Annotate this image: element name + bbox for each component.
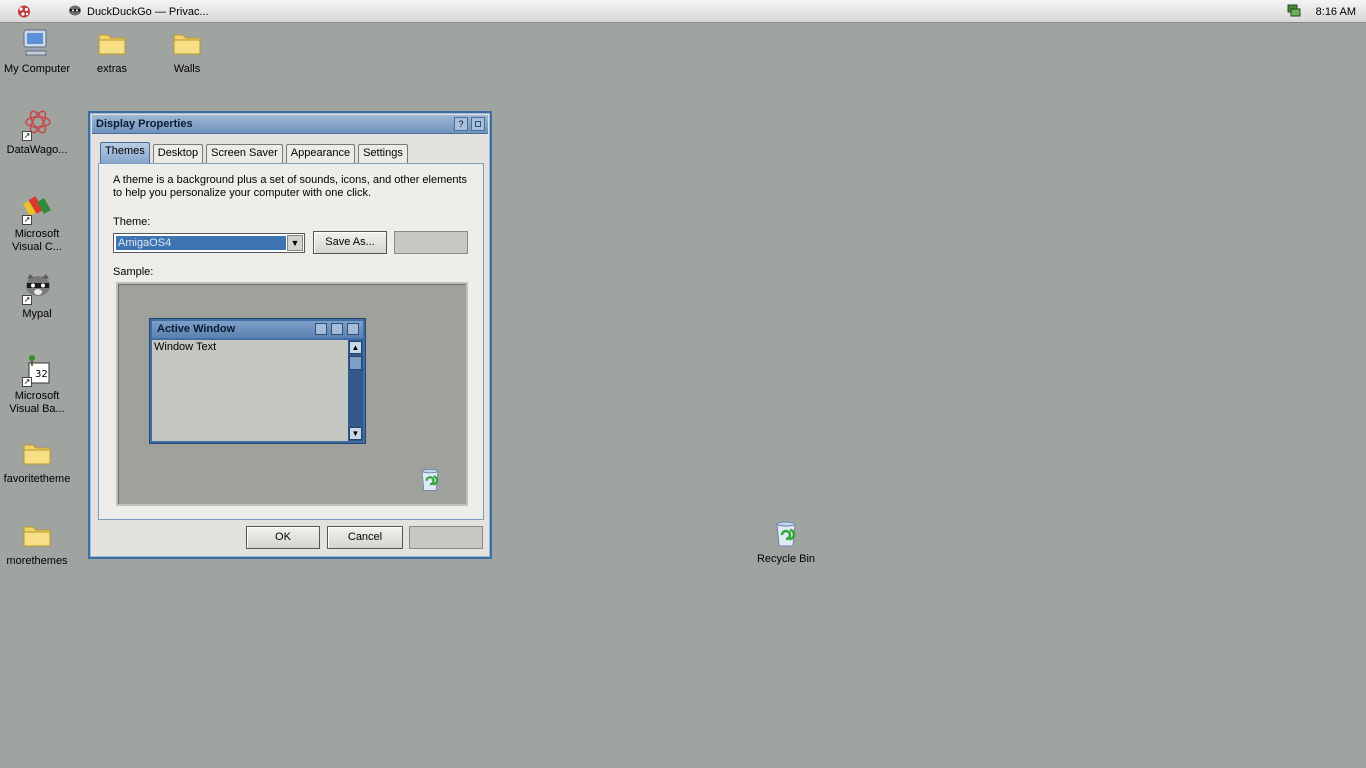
- start-menu-icon[interactable]: [14, 3, 34, 20]
- shortcut-arrow-icon: ↗: [22, 295, 32, 305]
- visual-basic-icon: 32 ↗: [20, 353, 54, 387]
- desktop-icon-extras[interactable]: extras: [75, 26, 149, 76]
- close-icon: [475, 121, 481, 127]
- folder-icon: [20, 436, 54, 470]
- clock[interactable]: 8:16 AM: [1316, 6, 1356, 18]
- themes-panel: A theme is a background plus a set of so…: [98, 163, 484, 520]
- window-title: Display Properties: [96, 118, 193, 130]
- desktop-icon-label: extras: [97, 63, 127, 75]
- sample-label: Sample:: [113, 266, 154, 278]
- desktop-icon-recycle-bin[interactable]: Recycle Bin: [749, 516, 823, 566]
- folder-icon: [20, 518, 54, 552]
- help-icon: ?: [458, 119, 464, 129]
- desktop-icon-label: Microsoft Visual C...: [12, 228, 62, 253]
- sample-window-text: Window Text: [154, 341, 217, 353]
- visual-cpp-icon: ↗: [20, 191, 54, 225]
- theme-select-value: AmigaOS4: [116, 236, 286, 250]
- desktop-icon-morethemes[interactable]: morethemes: [0, 518, 74, 568]
- minimize-icon: [315, 323, 327, 335]
- recycle-bin-icon: [769, 516, 803, 550]
- shortcut-arrow-icon: ↗: [22, 131, 32, 141]
- shortcut-arrow-icon: ↗: [22, 377, 32, 387]
- raccoon-icon: [68, 3, 82, 20]
- tab-appearance[interactable]: Appearance: [285, 144, 356, 163]
- sample-active-window: Active Window Window Text ▲ ▼: [149, 318, 366, 444]
- tab-themes[interactable]: Themes: [100, 142, 150, 163]
- desktop-icon-visual-basic[interactable]: 32 ↗ Microsoft Visual Ba...: [0, 353, 74, 416]
- desktop-icon-walls[interactable]: Walls: [150, 26, 224, 76]
- apply-button: [409, 526, 483, 549]
- tab-desktop[interactable]: Desktop: [152, 144, 204, 163]
- desktop-icon-my-computer[interactable]: My Computer: [0, 26, 74, 76]
- desktop-icon-label: morethemes: [6, 555, 68, 567]
- display-properties-window: Display Properties ? Themes Desktop Scre…: [88, 111, 492, 559]
- taskbar-item-browser[interactable]: DuckDuckGo — Privac...: [64, 2, 215, 21]
- scroll-down-icon: ▼: [349, 427, 362, 440]
- ok-button[interactable]: OK: [246, 526, 320, 549]
- shortcut-arrow-icon: ↗: [22, 215, 32, 225]
- folder-icon: [95, 26, 129, 60]
- dropdown-arrow-icon[interactable]: ▼: [287, 235, 303, 251]
- svg-text:32: 32: [35, 369, 48, 380]
- delete-button: [394, 231, 468, 254]
- theme-label: Theme:: [113, 216, 151, 228]
- desktop-icon-label: My Computer: [3, 63, 71, 75]
- themes-description: A theme is a background plus a set of so…: [113, 174, 468, 199]
- scroll-thumb: [349, 356, 362, 370]
- title-bar[interactable]: Display Properties ?: [92, 115, 488, 134]
- help-button[interactable]: ?: [454, 117, 468, 131]
- desktop-icon-label: favoritetheme: [3, 473, 71, 485]
- datawagon-icon: ↗: [20, 107, 54, 141]
- sample-window-title: Active Window: [157, 323, 236, 335]
- save-as-button[interactable]: Save As...: [313, 231, 387, 254]
- desktop-icon-datawagon[interactable]: ↗ DataWago...: [0, 107, 74, 157]
- theme-sample-preview: Active Window Window Text ▲ ▼: [116, 282, 468, 506]
- network-icon[interactable]: [1286, 2, 1302, 21]
- computer-icon: [20, 26, 54, 60]
- close-icon: [347, 323, 359, 335]
- desktop-icon-label: Microsoft Visual Ba...: [9, 390, 65, 415]
- desktop-icon-visual-c[interactable]: ↗ Microsoft Visual C...: [0, 191, 74, 254]
- taskbar: DuckDuckGo — Privac... 8:16 AM: [0, 0, 1366, 23]
- desktop-icon-mypal[interactable]: ↗ Mypal: [0, 271, 74, 321]
- tab-strip: Themes Desktop Screen Saver Appearance S…: [100, 142, 411, 163]
- sample-scrollbar: ▲ ▼: [348, 340, 363, 441]
- maximize-icon: [331, 323, 343, 335]
- desktop-icon-label: Walls: [173, 63, 201, 75]
- theme-select[interactable]: AmigaOS4 ▼: [113, 233, 305, 253]
- raccoon-icon: ↗: [20, 271, 54, 305]
- desktop-icon-favoritetheme[interactable]: favoritetheme: [0, 436, 74, 486]
- sample-window-client: Window Text: [152, 340, 348, 441]
- desktop-icon-label: DataWago...: [6, 144, 68, 156]
- taskbar-item-label: DuckDuckGo — Privac...: [87, 5, 209, 18]
- desktop-icon-label: Recycle Bin: [756, 553, 816, 565]
- scroll-up-icon: ▲: [349, 341, 362, 354]
- tab-screen-saver[interactable]: Screen Saver: [206, 144, 283, 163]
- desktop-icon-label: Mypal: [22, 308, 52, 320]
- cancel-button[interactable]: Cancel: [327, 526, 403, 549]
- tab-settings[interactable]: Settings: [358, 144, 408, 163]
- recycle-bin-icon: [415, 464, 445, 497]
- system-tray: 8:16 AM: [1286, 2, 1356, 21]
- close-button[interactable]: [471, 117, 485, 131]
- folder-icon: [170, 26, 204, 60]
- sample-title-bar: Active Window: [152, 321, 363, 338]
